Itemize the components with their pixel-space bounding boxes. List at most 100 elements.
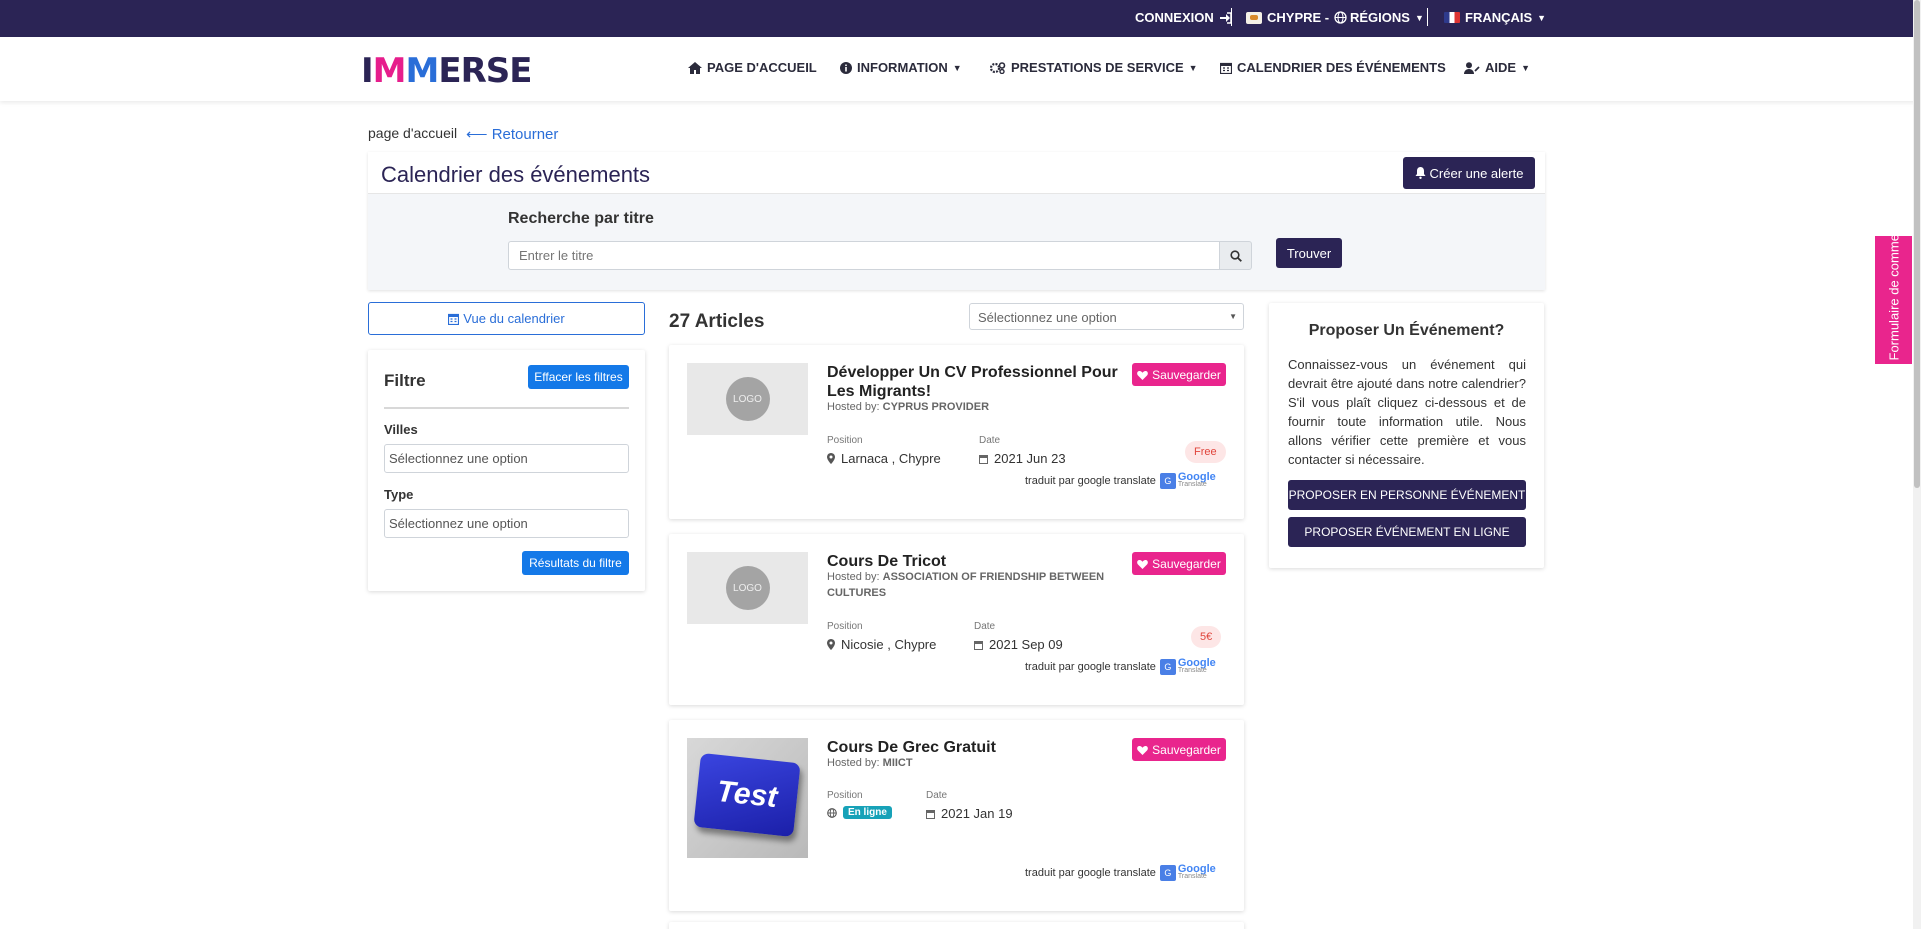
price-badge: Free bbox=[1185, 441, 1226, 463]
nav-services[interactable]: PRESTATIONS DE SERVICE ▼ bbox=[990, 60, 1198, 75]
price-badge: 5€ bbox=[1191, 626, 1222, 648]
calendar-view-button[interactable]: Vue du calendrier bbox=[368, 302, 645, 335]
caret-down-icon: ▼ bbox=[1537, 12, 1547, 23]
login-label: CONNEXION bbox=[1135, 10, 1214, 25]
google-word: Google bbox=[1177, 657, 1216, 669]
calendar-icon bbox=[979, 454, 988, 464]
feedback-form-tab[interactable]: Formulaire de commentaires bbox=[1875, 195, 1912, 364]
caret-down-icon: ▼ bbox=[1229, 312, 1237, 321]
filter-title: Filtre bbox=[384, 371, 426, 390]
google-word: Google bbox=[1177, 471, 1216, 483]
user-edit-icon bbox=[1464, 61, 1480, 74]
date-value: 2021 Sep 09 bbox=[989, 637, 1063, 652]
event-image[interactable]: LOGO bbox=[687, 552, 808, 624]
clear-filters-button[interactable]: Effacer les filtres bbox=[528, 365, 629, 389]
sign-in-icon bbox=[1219, 11, 1232, 24]
location-value: Nicosie , Chypre bbox=[841, 637, 937, 652]
propose-description: Connaissez-vous un événement qui devrait… bbox=[1288, 357, 1526, 467]
sort-select[interactable]: Sélectionnez une option ▼ bbox=[969, 303, 1244, 330]
google-translate-logo: G Google Translate bbox=[1159, 471, 1216, 489]
calendar-view-label: Vue du calendrier bbox=[463, 311, 565, 326]
event-card[interactable]: Test Cours De Grec Gratuit Hosted by: MI… bbox=[669, 720, 1244, 911]
event-card[interactable]: LOGO Développer Un CV Professionnel Pour… bbox=[669, 345, 1244, 519]
date-label: Date bbox=[979, 435, 1001, 446]
save-button[interactable]: Sauvegarder bbox=[1132, 552, 1226, 575]
event-host: Hosted by: CYPRUS PROVIDER bbox=[827, 399, 1127, 415]
search-button[interactable] bbox=[1220, 241, 1252, 270]
hosted-by-prefix: Hosted by: bbox=[827, 401, 880, 413]
filter-panel: Filtre Effacer les filtres Villes Sélect… bbox=[368, 350, 645, 591]
logo-letter: M bbox=[372, 51, 407, 91]
heart-icon bbox=[1137, 370, 1148, 380]
regions-dropdown[interactable]: RÉGIONS ▼ bbox=[1350, 10, 1424, 25]
event-location: En ligne bbox=[827, 806, 892, 819]
main-header: IMMERSE PAGE D'ACCUEIL INFORMATION ▼ PRE… bbox=[0, 37, 1921, 101]
location-value: Larnaca , Chypre bbox=[841, 451, 941, 466]
type-select[interactable]: Sélectionnez une option bbox=[384, 509, 629, 538]
event-card[interactable] bbox=[669, 922, 1244, 929]
title-search-input[interactable] bbox=[508, 241, 1220, 270]
event-image[interactable]: Test bbox=[687, 738, 808, 858]
event-image[interactable]: LOGO bbox=[687, 363, 808, 435]
top-bar: CONNEXION CHYPRE - RÉGIONS ▼ FRANÇAIS ▼ bbox=[0, 0, 1921, 37]
logo-placeholder: LOGO bbox=[725, 566, 770, 610]
translate-word: Translate bbox=[1177, 873, 1207, 880]
page-title: Calendrier des événements bbox=[381, 162, 651, 187]
translated-by-label: traduit par google translate bbox=[1025, 661, 1156, 673]
position-label: Position bbox=[827, 621, 863, 632]
language-dropdown[interactable]: FRANÇAIS ▼ bbox=[1444, 10, 1546, 25]
sort-select-value: Sélectionnez une option bbox=[978, 310, 1117, 325]
save-button[interactable]: Sauvegarder bbox=[1132, 363, 1226, 386]
filter-results-button[interactable]: Résultats du filtre bbox=[522, 551, 629, 575]
french-flag-icon bbox=[1444, 12, 1460, 23]
event-location: Larnaca , Chypre bbox=[827, 451, 941, 466]
nav-information[interactable]: INFORMATION ▼ bbox=[840, 60, 962, 75]
login-link[interactable]: CONNEXION bbox=[1135, 10, 1232, 25]
back-link[interactable]: ⟵ Retourner bbox=[466, 125, 558, 143]
calendar-search-card: Calendrier des événements Créer une aler… bbox=[368, 152, 1545, 290]
google-translate-logo: G Google Translate bbox=[1159, 657, 1216, 675]
date-value: 2021 Jun 23 bbox=[994, 451, 1066, 466]
breadcrumb-home[interactable]: page d'accueil bbox=[368, 125, 457, 141]
google-translate-attribution: traduit par google translate G Google Tran… bbox=[1025, 864, 1216, 881]
translated-by-label: traduit par google translate bbox=[1025, 867, 1156, 879]
logo-placeholder: LOGO bbox=[725, 377, 770, 421]
info-icon bbox=[840, 61, 852, 74]
nav-information-label: INFORMATION bbox=[857, 60, 948, 75]
save-label: Sauvegarder bbox=[1152, 556, 1221, 571]
cities-select[interactable]: Sélectionnez une option bbox=[384, 444, 629, 473]
cyprus-flag-icon bbox=[1246, 11, 1262, 24]
create-alert-button[interactable]: Créer une alerte bbox=[1403, 157, 1535, 189]
scrollbar-thumb[interactable] bbox=[1914, 0, 1920, 488]
event-date: 2021 Jan 19 bbox=[926, 806, 1013, 821]
map-marker-icon bbox=[827, 453, 835, 464]
heart-icon bbox=[1137, 745, 1148, 755]
caret-down-icon: ▼ bbox=[1414, 12, 1424, 23]
articles-count: 27 Articles bbox=[669, 311, 765, 332]
nav-calendar[interactable]: CALENDRIER DES ÉVÉNEMENTS bbox=[1220, 60, 1446, 75]
nav-help[interactable]: AIDE ▼ bbox=[1464, 60, 1530, 75]
find-button[interactable]: Trouver bbox=[1276, 238, 1342, 268]
event-title[interactable]: Développer Un CV Professionnel Pour Les … bbox=[827, 363, 1127, 401]
logo-letter: I bbox=[361, 51, 374, 91]
position-label: Position bbox=[827, 435, 863, 446]
bell-icon bbox=[1415, 167, 1426, 179]
translate-word: Translate bbox=[1177, 481, 1207, 488]
nav-calendar-label: CALENDRIER DES ÉVÉNEMENTS bbox=[1237, 60, 1446, 75]
event-card[interactable]: LOGO Cours De Tricot Hosted by: ASSOCIAT… bbox=[669, 534, 1244, 705]
google-translate-attribution: traduit par google translate G Google Tran… bbox=[1025, 657, 1216, 675]
event-host: Hosted by: ASSOCIATION OF FRIENDSHIP BET… bbox=[827, 569, 1117, 601]
country-selector[interactable]: CHYPRE - bbox=[1246, 10, 1347, 25]
immerse-logo[interactable]: IMMERSE bbox=[361, 51, 532, 91]
save-button[interactable]: Sauvegarder bbox=[1132, 738, 1226, 761]
hosted-by-prefix: Hosted by: bbox=[827, 757, 880, 769]
nav-home-label: PAGE D'ACCUEIL bbox=[707, 60, 817, 75]
translate-icon: G bbox=[1159, 659, 1176, 675]
nav-home[interactable]: PAGE D'ACCUEIL bbox=[688, 60, 817, 75]
caret-down-icon: ▼ bbox=[1188, 62, 1198, 73]
propose-online-button[interactable]: PROPOSER ÉVÉNEMENT EN LIGNE bbox=[1288, 517, 1526, 547]
translate-icon: G bbox=[1159, 473, 1176, 489]
event-date: 2021 Sep 09 bbox=[974, 637, 1063, 652]
logo-letter: ERSE bbox=[438, 51, 532, 91]
propose-in-person-button[interactable]: PROPOSER EN PERSONNE ÉVÉNEMENT bbox=[1288, 480, 1526, 510]
